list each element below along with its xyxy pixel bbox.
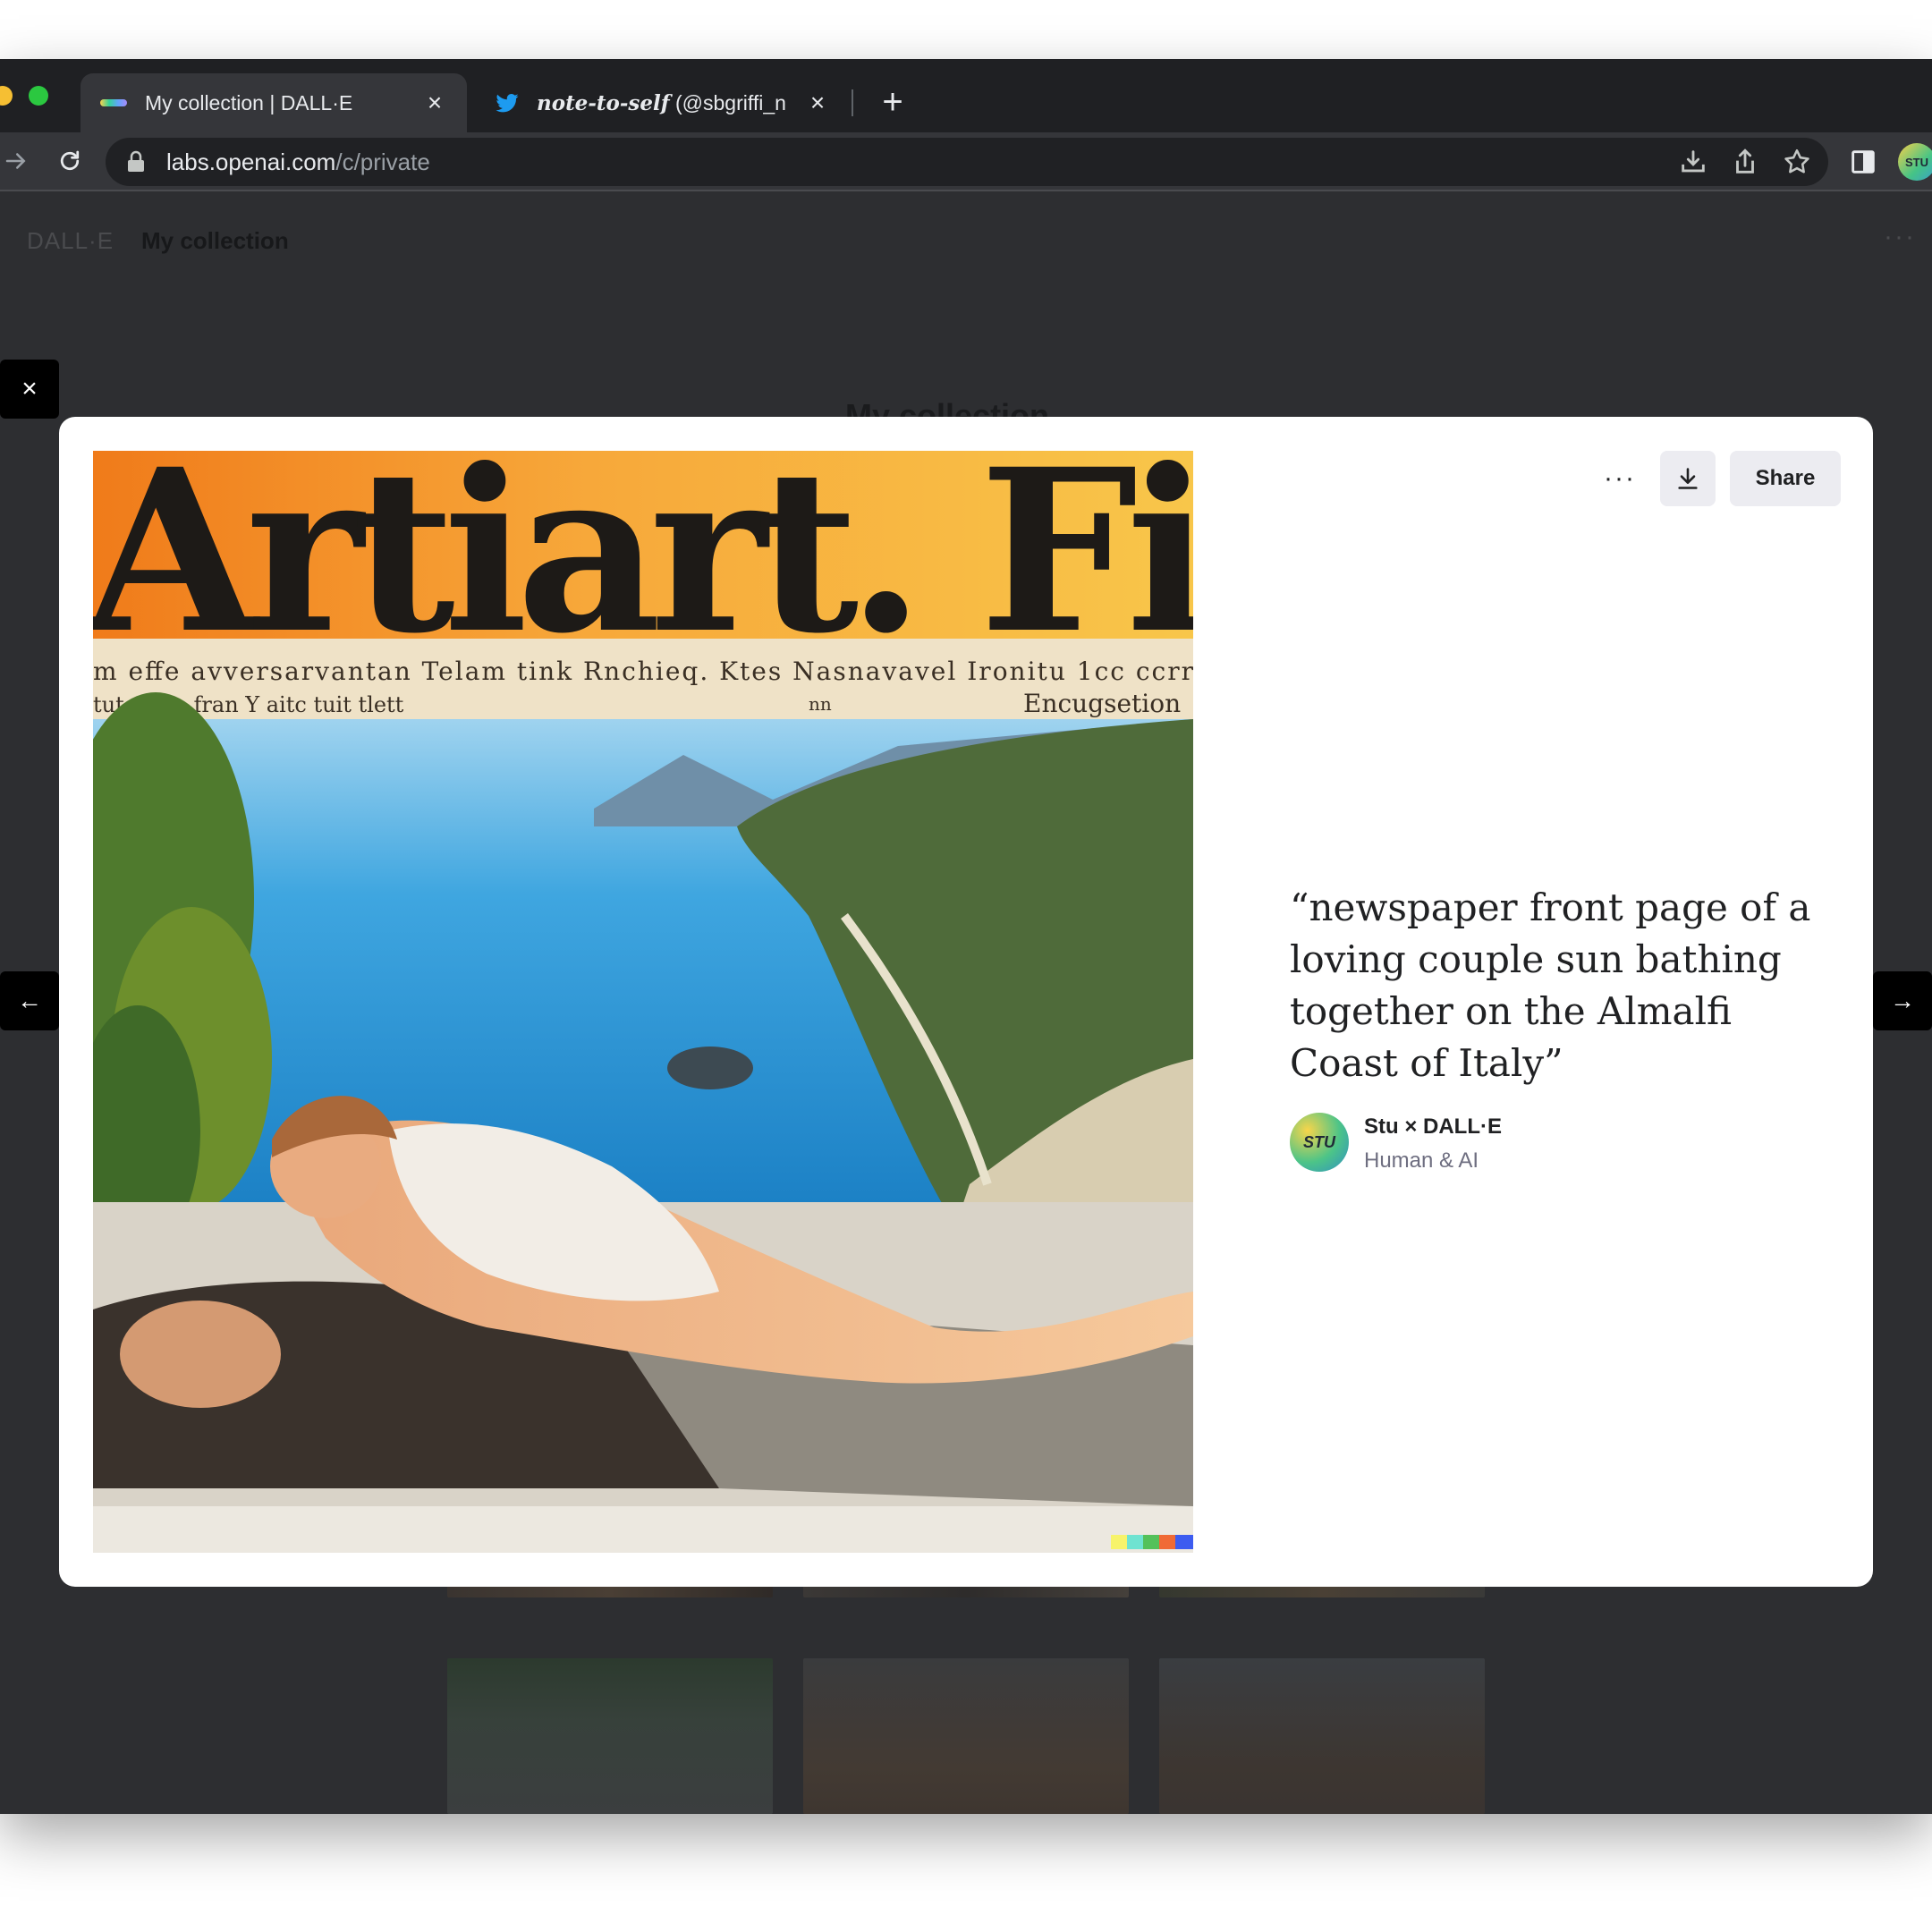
previous-image-button[interactable]: ← <box>0 971 59 1030</box>
creator-avatar: STU <box>1290 1113 1349 1172</box>
tab-twitter[interactable]: note-to-self (@sbgriffi_n × <box>474 73 850 132</box>
credit-block: STU Stu × DALL·E Human & AI <box>1290 1113 1826 1175</box>
browser-window: My collection | DALL·E × note-to-self (@… <box>0 59 1932 1814</box>
forward-arrow-icon[interactable] <box>0 145 32 177</box>
side-panel-icon[interactable] <box>1848 147 1878 177</box>
download-button[interactable] <box>1660 451 1716 506</box>
generated-image[interactable]: Artiart. Fi m effe avversarvantan Telam … <box>93 451 1193 1553</box>
generated-image-art: Artiart. Fi m effe avversarvantan Telam … <box>93 451 1193 1553</box>
breadcrumb[interactable]: My collection <box>141 227 289 255</box>
tab-strip: My collection | DALL·E × note-to-self (@… <box>0 59 1932 132</box>
tab-separator <box>852 89 853 116</box>
new-tab-button[interactable]: + <box>877 84 909 120</box>
install-app-icon[interactable] <box>1678 147 1708 177</box>
browser-toolbar: labs.openai.com/c/private STU <box>0 132 1932 190</box>
app-header: DALL·E My collection ··· <box>0 191 1932 281</box>
image-headline: Artiart. Fi <box>93 451 1193 682</box>
tab-close-icon[interactable]: × <box>805 89 830 116</box>
app-brand[interactable]: DALL·E <box>27 227 114 255</box>
image-subline: nn <box>809 693 832 715</box>
share-page-icon[interactable] <box>1730 147 1760 177</box>
dalle-favicon-icon <box>100 99 127 106</box>
image-subline: m effe avversarvantan Telam tink Rnchieq… <box>93 657 1193 686</box>
url-text: labs.openai.com/c/private <box>166 148 430 175</box>
reload-icon[interactable] <box>54 145 86 177</box>
collection-thumbnail[interactable] <box>803 1658 1129 1814</box>
tab-close-icon[interactable]: × <box>422 89 447 116</box>
maximize-window-button[interactable] <box>29 86 48 106</box>
bookmark-star-icon[interactable] <box>1782 147 1812 177</box>
collection-thumbnail[interactable] <box>447 1658 773 1814</box>
creator-subtitle: Human & AI <box>1364 1148 1479 1173</box>
twitter-bird-icon <box>496 94 519 113</box>
lock-icon <box>128 150 144 172</box>
app-more-icon[interactable]: ··· <box>1884 222 1916 252</box>
minimize-window-button[interactable] <box>0 86 13 106</box>
image-subline: Encugsetion <box>1023 689 1181 718</box>
profile-avatar[interactable]: STU <box>1898 143 1932 181</box>
tab-my-collection[interactable]: My collection | DALL·E × <box>80 73 467 132</box>
close-modal-button[interactable]: × <box>0 360 59 419</box>
more-options-button[interactable]: ··· <box>1592 451 1648 506</box>
download-icon <box>1678 468 1698 489</box>
tab-title: note-to-self (@sbgriffi_n <box>537 90 786 115</box>
address-bar[interactable]: labs.openai.com/c/private <box>106 138 1828 186</box>
collection-thumbnail[interactable] <box>1159 1658 1485 1814</box>
image-detail-modal: Artiart. Fi m effe avversarvantan Telam … <box>59 417 1873 1587</box>
share-button[interactable]: Share <box>1730 451 1841 506</box>
tab-title: My collection | DALL·E <box>145 90 353 114</box>
creator-name: Stu × DALL·E <box>1364 1114 1502 1139</box>
prompt-text: “newspaper front page of a loving couple… <box>1290 886 1811 1085</box>
next-image-button[interactable]: → <box>1873 971 1932 1030</box>
